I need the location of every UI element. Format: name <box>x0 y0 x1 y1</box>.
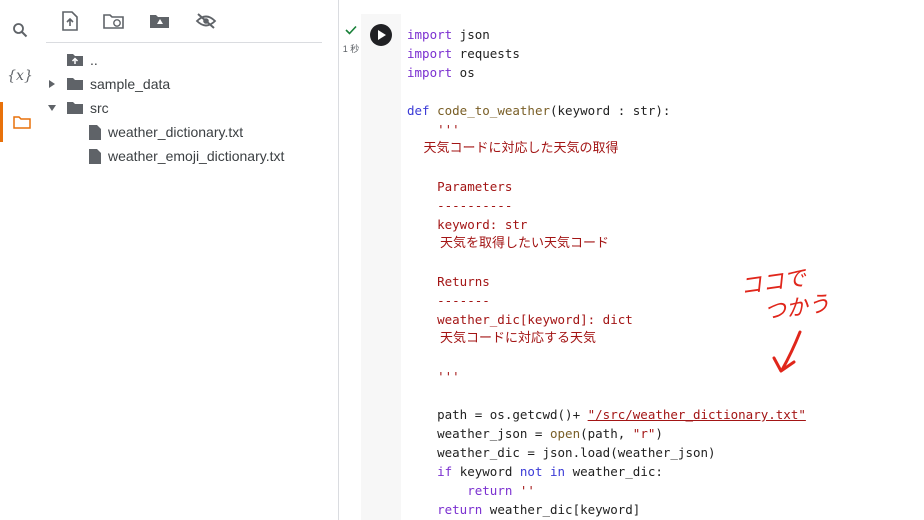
code-line: def code_to_weather(keyword : str): <box>407 103 671 118</box>
chevron-down-icon <box>48 105 56 111</box>
refresh-folder-icon <box>103 14 124 29</box>
mount-drive-icon <box>150 15 169 28</box>
tree-item-weather-dictionary[interactable]: weather_dictionary.txt <box>88 120 243 144</box>
tree-item-src[interactable]: src <box>66 96 109 120</box>
tree-item-sample-data[interactable]: sample_data <box>66 72 170 96</box>
check-icon <box>345 25 357 35</box>
left-rail: {x} <box>0 0 40 520</box>
refresh-button[interactable] <box>100 8 128 34</box>
code-line: import requests <box>407 46 520 61</box>
tree-item-weather-emoji-dictionary[interactable]: weather_emoji_dictionary.txt <box>88 144 284 168</box>
upload-file-button[interactable] <box>56 8 84 34</box>
expand-caret[interactable] <box>46 72 58 96</box>
code-line: if keyword not in weather_dic: <box>437 464 663 479</box>
code-line: 天気を取得したい天気コード <box>407 236 610 251</box>
code-line: weather_json = open(path, "r") <box>407 426 663 441</box>
code-line: ---------- <box>407 198 513 213</box>
annotation-line-2: つかう <box>763 292 832 326</box>
folder-icon <box>67 78 83 90</box>
upload-file-icon <box>62 11 78 31</box>
files-toolbar <box>46 0 322 43</box>
mount-drive-button[interactable] <box>146 8 174 34</box>
file-icon <box>89 124 101 140</box>
search-icon <box>13 23 28 38</box>
hide-files-button[interactable] <box>192 8 220 34</box>
search-button[interactable] <box>0 10 40 50</box>
code-line: weather_dic = json.load(weather_json) <box>407 445 716 460</box>
code-line: import os <box>407 65 475 80</box>
folder-up-icon <box>67 54 83 66</box>
collapse-caret[interactable] <box>46 96 58 120</box>
folder-icon <box>12 116 31 129</box>
files-button[interactable] <box>0 102 40 142</box>
code-line: path = os.getcwd()+ "/src/weather_dictio… <box>407 407 806 422</box>
file-icon <box>89 148 101 164</box>
variables-icon: {x} <box>7 68 33 84</box>
code-line: ''' <box>407 122 460 137</box>
handwritten-annotation: ココで つかう <box>739 266 832 373</box>
panel-divider[interactable] <box>338 0 339 520</box>
files-panel: .. sample_data src weather_dictionary.tx… <box>46 0 322 520</box>
cell-status: 1 秒 <box>340 22 362 55</box>
run-cell-button[interactable] <box>370 24 392 46</box>
code-line: 天気コードに対応した天気の取得 <box>407 141 619 156</box>
tree-item-parent[interactable]: .. <box>66 48 98 72</box>
folder-icon <box>67 102 83 114</box>
code-line: Parameters <box>407 179 513 194</box>
hide-files-icon <box>195 13 217 29</box>
code-line: keyword: str <box>407 217 528 232</box>
chevron-right-icon <box>49 80 55 88</box>
play-icon <box>377 30 386 40</box>
code-line: return weather_dic[keyword] <box>437 502 641 517</box>
variables-button[interactable]: {x} <box>0 56 40 96</box>
code-line: return '' <box>467 483 535 498</box>
code-line: import json <box>407 27 490 42</box>
